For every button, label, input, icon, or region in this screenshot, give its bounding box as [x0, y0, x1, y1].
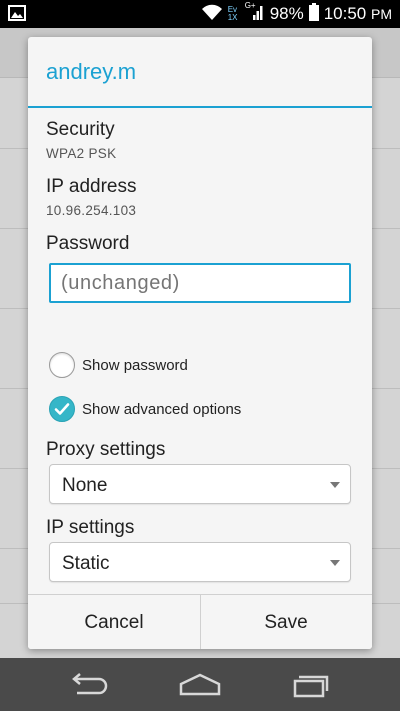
security-value: WPA2 PSK: [46, 146, 117, 161]
recents-icon[interactable]: [287, 670, 337, 700]
navigation-bar: [0, 658, 400, 711]
dropdown-arrow-icon: [330, 482, 340, 488]
ip-settings-label: IP settings: [46, 517, 135, 538]
network-gen-label: G+: [244, 0, 256, 10]
dialog-title: andrey.m: [46, 59, 137, 84]
home-icon[interactable]: [175, 670, 225, 700]
signal-icon: G+: [244, 0, 265, 26]
status-bar: Ev 1X G+ 98% 10:50 PM: [0, 0, 400, 28]
show-password-label: Show password: [82, 356, 188, 374]
ip-settings-dropdown[interactable]: Static: [49, 542, 351, 582]
battery-icon: [308, 2, 319, 26]
proxy-settings-label: Proxy settings: [46, 439, 166, 460]
security-label: Security: [46, 119, 115, 140]
proxy-settings-dropdown[interactable]: None: [49, 464, 351, 504]
dropdown-arrow-icon: [330, 560, 340, 566]
clock-suffix: PM: [371, 6, 392, 22]
ip-address-label: IP address: [46, 176, 137, 197]
dialog-button-bar: Cancel Save: [28, 594, 372, 649]
show-advanced-label: Show advanced options: [82, 400, 242, 418]
show-password-checkbox[interactable]: Show password: [49, 352, 188, 378]
gallery-notification-icon: [8, 5, 26, 26]
checkbox-checked-icon[interactable]: [49, 396, 75, 422]
cancel-button[interactable]: Cancel: [28, 595, 200, 649]
proxy-settings-value: None: [62, 475, 108, 496]
back-icon[interactable]: [63, 670, 113, 700]
ip-settings-value: Static: [62, 553, 110, 574]
wifi-icon: [201, 3, 223, 26]
battery-percent: 98%: [269, 4, 304, 23]
show-advanced-checkbox[interactable]: Show advanced options: [49, 396, 241, 422]
save-button[interactable]: Save: [200, 595, 372, 649]
network-type-label: Ev 1X: [227, 5, 238, 22]
clock: 10:50 PM: [324, 4, 392, 24]
password-label: Password: [46, 233, 130, 254]
title-divider: [28, 106, 372, 108]
checkbox-unchecked-icon[interactable]: [49, 352, 75, 378]
ip-address-value: 10.96.254.103: [46, 203, 137, 218]
password-input[interactable]: [49, 263, 351, 303]
clock-time: 10:50: [323, 4, 367, 23]
wifi-network-dialog: andrey.m Security WPA2 PSK IP address 10…: [28, 37, 372, 649]
